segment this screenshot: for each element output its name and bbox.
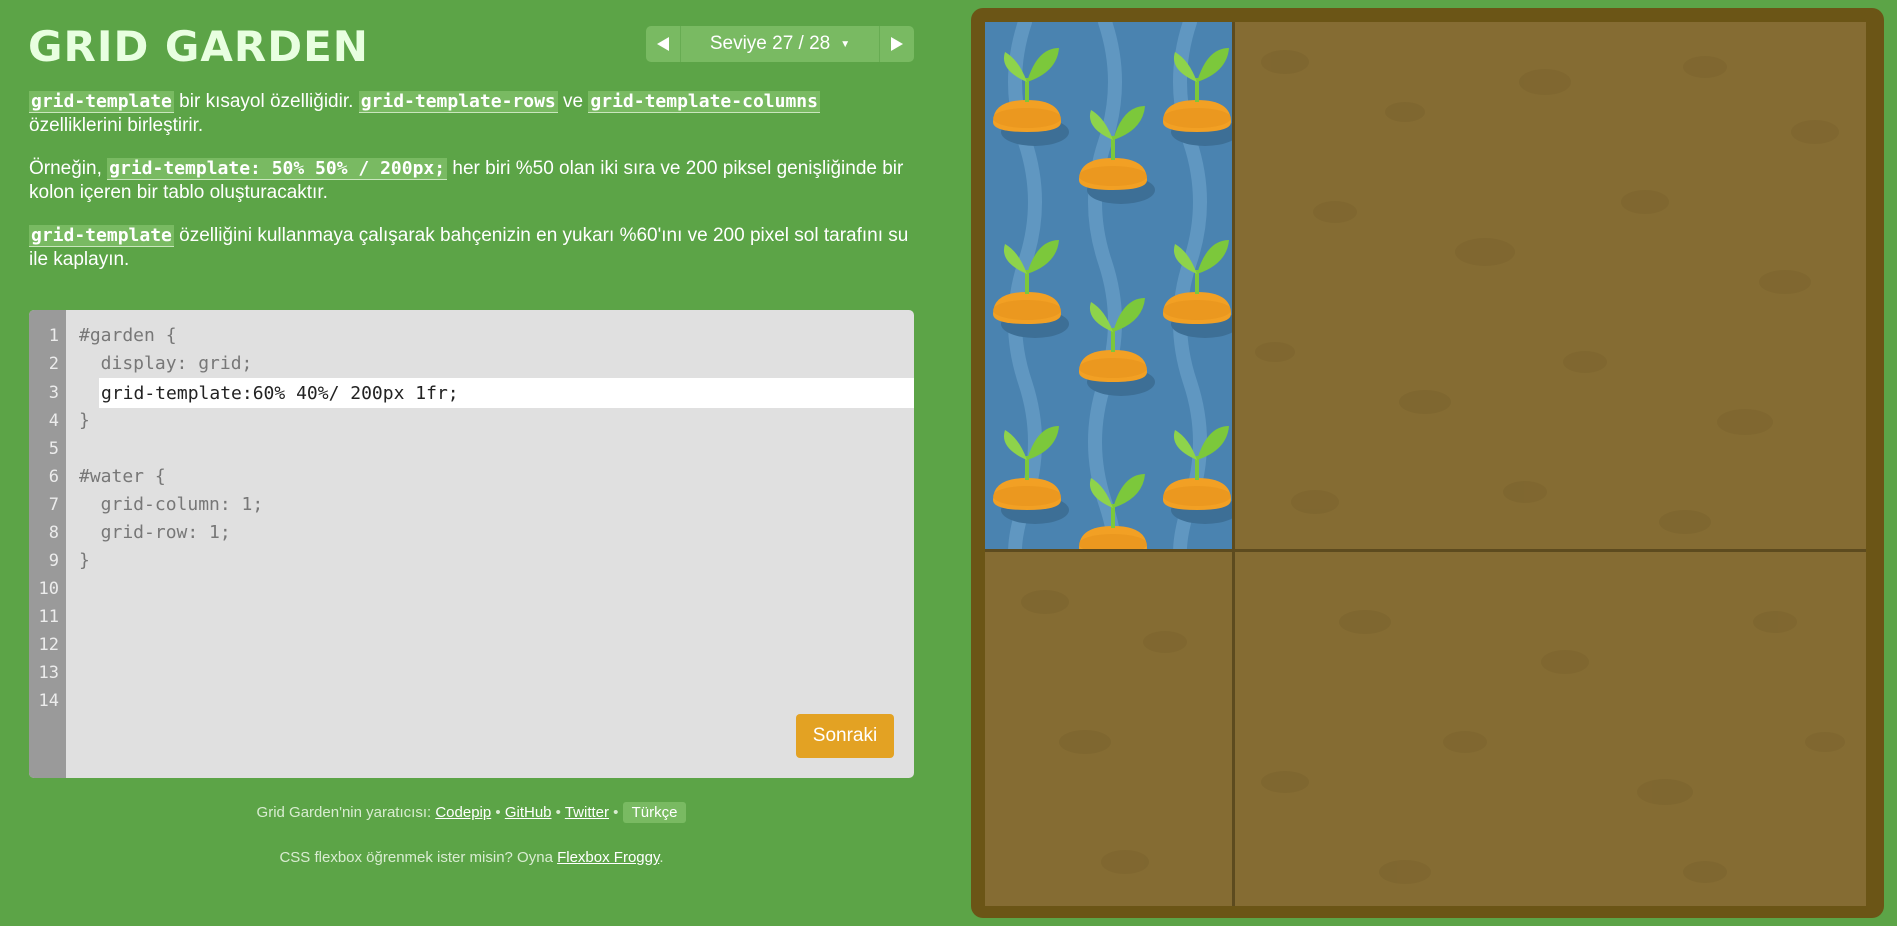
line-number: 6 bbox=[48, 467, 59, 487]
instruction-paragraph-2: Örneğin, grid-template: 50% 50% / 200px;… bbox=[29, 157, 915, 205]
instruction-text: ve bbox=[557, 91, 589, 112]
water-area bbox=[985, 22, 1232, 549]
code-snippet: grid-template-columns bbox=[588, 91, 820, 113]
line-number: 3 bbox=[48, 383, 59, 403]
code-line: #water { bbox=[79, 466, 166, 487]
code-line: grid-column: 1; bbox=[79, 494, 264, 515]
level-indicator[interactable]: Seviye 27 / 28 ▼ bbox=[681, 33, 879, 55]
next-button[interactable]: Sonraki bbox=[796, 714, 894, 758]
froggy-prefix: CSS flexbox öğrenmek ister misin? Oyna bbox=[279, 849, 558, 866]
line-number: 4 bbox=[48, 411, 59, 431]
instruction-text: özelliklerini birleştirir. bbox=[29, 115, 204, 136]
level-navigation: Seviye 27 / 28 ▼ bbox=[646, 26, 914, 62]
instruction-paragraph-3: grid-template özelliğini kullanmaya çalı… bbox=[29, 224, 915, 272]
next-level-button[interactable] bbox=[880, 26, 914, 62]
grid-row-line bbox=[985, 549, 1866, 552]
line-number: 9 bbox=[48, 551, 59, 571]
separator: • bbox=[609, 804, 623, 821]
game-title: GRID GARDEN bbox=[28, 22, 369, 71]
instruction-paragraph-1: grid-template bir kısayol özelliğidir. g… bbox=[29, 90, 915, 138]
language-selector[interactable]: Türkçe bbox=[622, 802, 687, 823]
divider bbox=[680, 26, 681, 62]
css-code-input[interactable] bbox=[99, 378, 914, 408]
credits-prefix: Grid Garden'nin yaratıcısı: bbox=[256, 804, 436, 821]
instructions: grid-template bir kısayol özelliğidir. g… bbox=[29, 90, 915, 291]
instruction-text: bir kısayol özelliğidir. bbox=[173, 91, 359, 112]
divider bbox=[879, 26, 880, 62]
right-triangle-icon bbox=[891, 37, 903, 51]
separator: • bbox=[491, 804, 505, 821]
code-editor: 1 2 3 4 5 6 7 8 9 10 11 12 13 14 #garden… bbox=[29, 310, 914, 778]
line-number: 5 bbox=[48, 439, 59, 459]
garden-frame bbox=[971, 8, 1884, 918]
line-number: 10 bbox=[38, 579, 59, 599]
line-number: 1 bbox=[48, 326, 59, 346]
separator: • bbox=[551, 804, 565, 821]
codepip-link[interactable]: Codepip bbox=[435, 804, 491, 821]
prev-level-button[interactable] bbox=[646, 26, 680, 62]
line-number: 8 bbox=[48, 523, 59, 543]
code-snippet: grid-template-rows bbox=[358, 91, 558, 113]
line-number: 12 bbox=[38, 635, 59, 655]
code-snippet: grid-template bbox=[29, 91, 174, 113]
line-number: 13 bbox=[38, 663, 59, 683]
line-number: 14 bbox=[38, 691, 59, 711]
line-number: 11 bbox=[38, 607, 59, 627]
code-line: display: grid; bbox=[79, 353, 253, 374]
code-snippet: grid-template: 50% 50% / 200px; bbox=[107, 158, 448, 180]
line-number: 2 bbox=[48, 354, 59, 374]
code-line: } bbox=[79, 550, 90, 571]
garden bbox=[985, 22, 1866, 906]
left-triangle-icon bbox=[657, 37, 669, 51]
froggy-suffix: . bbox=[659, 849, 664, 866]
line-number: 7 bbox=[48, 495, 59, 515]
twitter-link[interactable]: Twitter bbox=[565, 804, 609, 821]
instruction-text: Örneğin, bbox=[29, 158, 108, 179]
flexbox-froggy-link[interactable]: Flexbox Froggy bbox=[557, 849, 659, 866]
credits: Grid Garden'nin yaratıcısı: Codepip • Gi… bbox=[0, 802, 943, 823]
code-line: } bbox=[79, 410, 90, 431]
code-line: #garden { bbox=[79, 325, 177, 346]
code-line: grid-row: 1; bbox=[79, 522, 231, 543]
code-snippet: grid-template bbox=[29, 225, 174, 247]
github-link[interactable]: GitHub bbox=[505, 804, 552, 821]
caret-down-icon: ▼ bbox=[840, 38, 851, 50]
carrot-icon bbox=[993, 48, 1232, 549]
froggy-promo: CSS flexbox öğrenmek ister misin? Oyna F… bbox=[0, 849, 943, 866]
grid-column-line bbox=[1232, 22, 1235, 906]
line-number-gutter: 1 2 3 4 5 6 7 8 9 10 11 12 13 14 bbox=[29, 310, 66, 778]
level-label: Seviye 27 / 28 bbox=[709, 33, 831, 54]
